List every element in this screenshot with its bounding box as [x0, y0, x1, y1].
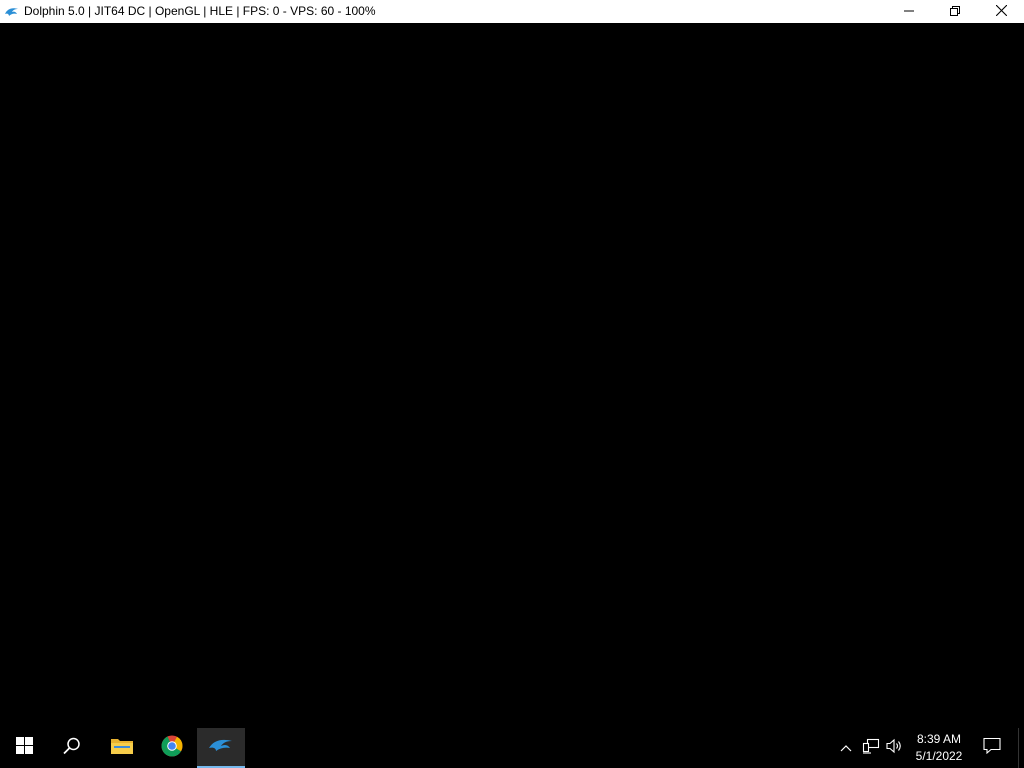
- taskbar-file-explorer[interactable]: [98, 728, 146, 768]
- taskbar-chrome[interactable]: [148, 728, 196, 768]
- network-icon: [862, 738, 880, 759]
- emulator-render-area[interactable]: [0, 23, 1024, 728]
- action-center-icon: [983, 737, 1001, 759]
- minimize-button[interactable]: [886, 0, 932, 23]
- dolphin-icon: [4, 4, 20, 20]
- restore-button[interactable]: [932, 0, 978, 23]
- search-icon: [63, 737, 81, 760]
- tray-volume-button[interactable]: [884, 728, 906, 768]
- start-button[interactable]: [0, 728, 48, 768]
- taskbar: 8:39 AM 5/1/2022: [0, 728, 1024, 768]
- tray-network-button[interactable]: [860, 728, 882, 768]
- desktop-screen: Dolphin 5.0 | JIT64 DC | OpenGL | HLE | …: [0, 0, 1024, 768]
- taskbar-dolphin[interactable]: [197, 728, 245, 768]
- window-title: Dolphin 5.0 | JIT64 DC | OpenGL | HLE | …: [24, 4, 376, 18]
- close-button[interactable]: [978, 0, 1024, 23]
- clock-date: 5/1/2022: [915, 749, 963, 763]
- taskbar-clock[interactable]: 8:39 AM 5/1/2022: [908, 728, 970, 768]
- show-desktop-button[interactable]: [1018, 728, 1024, 768]
- close-icon: [995, 3, 1007, 21]
- minimize-icon: [904, 3, 914, 21]
- clock-time: 8:39 AM: [916, 732, 962, 746]
- windows-logo-icon: [15, 737, 33, 759]
- window-controls: [886, 0, 1024, 23]
- chevron-up-icon: [840, 739, 852, 757]
- dolphin-icon: [208, 737, 234, 758]
- folder-icon: [110, 736, 134, 761]
- tray-overflow-button[interactable]: [836, 728, 856, 768]
- action-center-button[interactable]: [978, 728, 1006, 768]
- volume-icon: [886, 738, 904, 759]
- chrome-icon: [161, 735, 183, 762]
- search-button[interactable]: [48, 728, 96, 768]
- window-titlebar[interactable]: Dolphin 5.0 | JIT64 DC | OpenGL | HLE | …: [0, 0, 1024, 23]
- restore-icon: [950, 3, 960, 21]
